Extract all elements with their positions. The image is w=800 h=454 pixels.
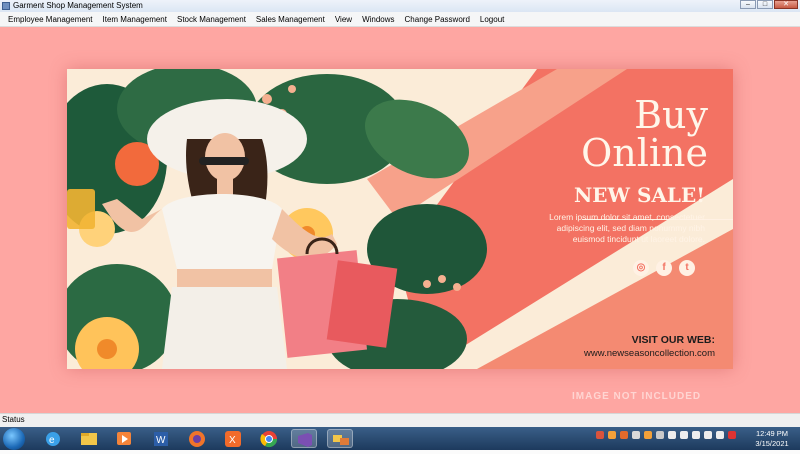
headline-buy: Buy — [634, 93, 708, 137]
social-links: ◎ f t — [626, 260, 695, 276]
ie-icon[interactable]: e — [40, 429, 66, 448]
maximize-button[interactable]: □ — [757, 0, 773, 9]
description-line-2: adipiscing elit, sed diam nonummy nibh — [556, 223, 705, 233]
window-controls: – □ ✕ — [739, 0, 798, 10]
visit-web-label: VISIT OUR WEB: — [631, 334, 715, 346]
facebook-icon: f — [656, 260, 672, 276]
instagram-icon: ◎ — [633, 260, 649, 276]
tray-app-icon[interactable] — [596, 431, 604, 439]
menu-windows[interactable]: Windows — [362, 15, 394, 24]
tray-app-icon[interactable] — [620, 431, 628, 439]
explorer-icon[interactable] — [76, 429, 102, 448]
minimize-button[interactable]: – — [740, 0, 756, 9]
tray-app-icon[interactable] — [656, 431, 664, 439]
menu-employee-management[interactable]: Employee Management — [8, 15, 93, 24]
volume-icon[interactable] — [692, 431, 700, 439]
clock-date: 3/15/2021 — [755, 439, 789, 448]
signal-icon[interactable] — [704, 431, 712, 439]
tray-app-icon[interactable] — [608, 431, 616, 439]
taskbar-clock[interactable]: 12:49 PM 3/15/2021 — [748, 429, 796, 449]
close-button[interactable]: ✕ — [774, 0, 798, 9]
network-icon[interactable] — [680, 431, 688, 439]
image-watermark: IMAGE NOT INCLUDED — [572, 391, 702, 402]
svg-text:W: W — [156, 435, 166, 446]
menu-sales-management[interactable]: Sales Management — [256, 15, 325, 24]
xampp-icon[interactable]: X — [220, 429, 246, 448]
menu-item-management[interactable]: Item Management — [103, 15, 167, 24]
window-title: Garment Shop Management System — [13, 1, 143, 10]
menu-stock-management[interactable]: Stock Management — [177, 15, 246, 24]
chrome-icon[interactable] — [256, 429, 282, 448]
taskbar: e W X 12:49 PM 3/15/2021 — [0, 427, 800, 450]
new-sale-text: NEW SALE! — [574, 183, 705, 207]
status-bar: Status — [0, 413, 800, 427]
status-label: Status — [2, 415, 25, 424]
system-tray — [596, 431, 740, 439]
clock-time: 12:49 PM — [755, 429, 789, 438]
action-center-icon[interactable] — [728, 431, 736, 439]
menu-change-password[interactable]: Change Password — [405, 15, 470, 24]
headline-online: Online — [581, 131, 708, 175]
menu-bar: Employee Management Item Management Stoc… — [0, 12, 800, 27]
menu-view[interactable]: View — [335, 15, 352, 24]
banner-description: Lorem ipsum dolor sit amet, consectetuer… — [505, 212, 705, 245]
description-line-3: euismod tincidunt ut laoreet dolore. — [572, 234, 705, 244]
app-window-icon[interactable] — [327, 429, 353, 448]
website-url: www.newseasoncollection.com — [584, 348, 715, 359]
battery-icon[interactable] — [716, 431, 724, 439]
tray-app-icon[interactable] — [632, 431, 640, 439]
svg-text:e: e — [49, 435, 55, 446]
tray-app-icon[interactable] — [644, 431, 652, 439]
description-line-1: Lorem ipsum dolor sit amet, consectetuer — [549, 212, 705, 222]
word-icon[interactable]: W — [148, 429, 174, 448]
app-icon — [2, 2, 10, 10]
visual-studio-icon[interactable] — [291, 429, 317, 448]
twitter-icon: t — [679, 260, 695, 276]
mdi-client-area: Buy Online NEW SALE! Lorem ipsum dolor s… — [0, 27, 800, 413]
firefox-icon[interactable] — [184, 429, 210, 448]
start-button[interactable] — [3, 428, 25, 450]
svg-text:X: X — [229, 435, 236, 446]
banner-headline: Buy Online — [548, 96, 708, 172]
menu-logout[interactable]: Logout — [480, 15, 504, 24]
bluetooth-icon[interactable] — [668, 431, 676, 439]
media-player-icon[interactable] — [111, 429, 137, 448]
